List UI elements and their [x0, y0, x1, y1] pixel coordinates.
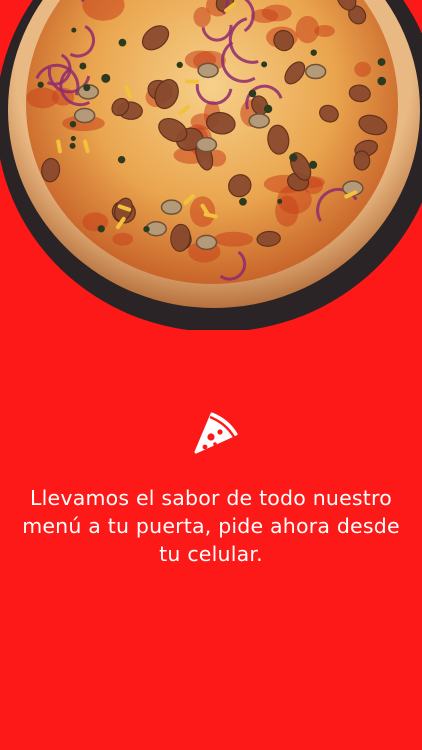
- splash-screen: Llevamos el sabor de todo nuestro menú a…: [0, 0, 422, 750]
- tagline-text: Llevamos el sabor de todo nuestro menú a…: [22, 486, 400, 566]
- pizza-hero-image: [0, 0, 422, 330]
- pizza-slice-icon: [194, 412, 238, 454]
